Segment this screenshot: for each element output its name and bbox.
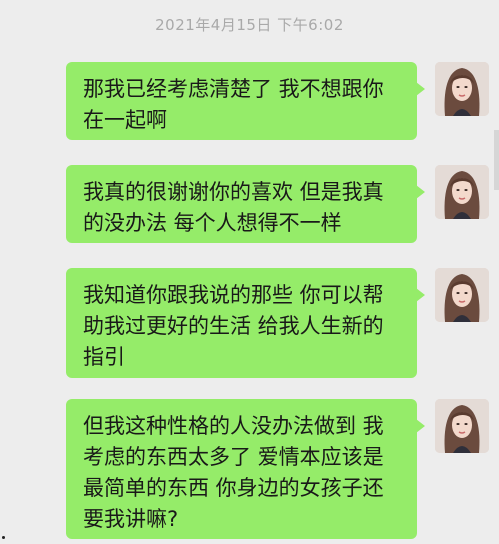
avatar[interactable] [435,268,489,322]
woman-portrait-icon [435,399,489,453]
artifact-dot [2,536,5,539]
woman-portrait-icon [435,268,489,322]
scrollbar-edge[interactable] [494,130,499,190]
message-bubble[interactable]: 那我已经考虑清楚了 我不想跟你在一起啊 [66,62,425,140]
chat-timestamp: 2021年4月15日 下午6:02 [155,16,344,34]
message-bubble[interactable]: 我真的很谢谢你的喜欢 但是我真的没办法 每个人想得不一样 [66,165,425,243]
avatar[interactable] [435,165,489,219]
avatar[interactable] [435,62,489,116]
message-bubble[interactable]: 但我这种性格的人没办法做到 我考虑的东西太多了 爱情本应该是最简单的东西 你身边… [66,399,425,539]
woman-portrait-icon [435,165,489,219]
message-bubble[interactable]: 我知道你跟我说的那些 你可以帮助我过更好的生活 给我人生新的指引 [66,268,425,378]
avatar[interactable] [435,399,489,453]
woman-portrait-icon [435,62,489,116]
